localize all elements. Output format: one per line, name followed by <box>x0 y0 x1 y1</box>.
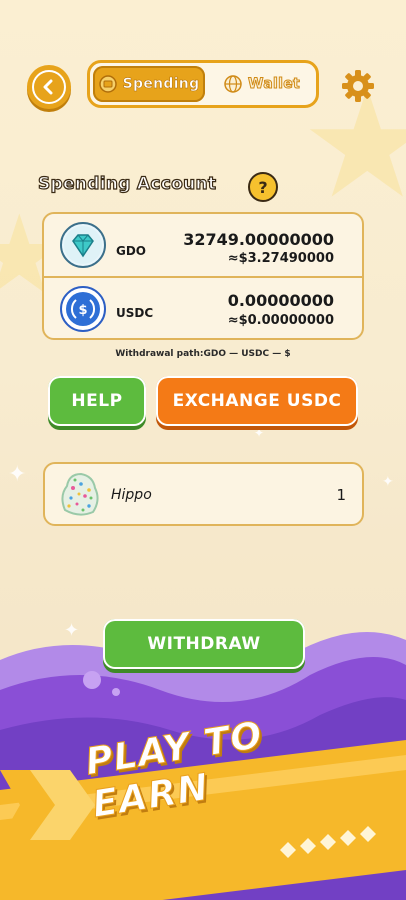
item-card-hippo[interactable]: Hippo 1 <box>43 462 364 526</box>
diamond-icon <box>60 222 106 268</box>
spending-coin-icon <box>98 75 117 93</box>
tab-label: Spending <box>122 76 200 93</box>
exchange-usdc-button[interactable]: EXCHANGE USDC <box>156 376 358 426</box>
sparkle-icon: ✦ <box>254 426 265 440</box>
currency-name: USDC <box>116 306 154 320</box>
globe-icon <box>224 75 242 93</box>
balance-card: GDO 32749.00000000 ≈$3.27490000 $ USDC 0… <box>42 212 364 340</box>
currency-usd-value: ≈$3.27490000 <box>227 251 334 266</box>
tab-label: Wallet <box>248 76 301 93</box>
settings-gear-icon[interactable] <box>340 68 376 104</box>
sparkle-icon: ✦ <box>8 462 27 487</box>
back-arrow-icon <box>32 70 66 104</box>
balance-row-usdc: $ USDC 0.00000000 ≈$0.00000000 <box>44 278 362 340</box>
back-button[interactable] <box>27 65 71 109</box>
tab-wallet[interactable]: Wallet <box>210 66 314 102</box>
help-button[interactable]: HELP <box>48 376 146 426</box>
account-tabs: Spending Wallet <box>87 60 319 108</box>
app-screen: ★ ★ ✦ ✦ ✦ ✦ Spending Wallet Spending Acc… <box>0 0 406 900</box>
usdc-coin-icon: $ <box>60 286 106 332</box>
svg-text:$: $ <box>78 303 87 318</box>
tab-spending[interactable]: Spending <box>93 66 205 102</box>
help-question-icon[interactable]: ? <box>248 172 278 202</box>
withdrawal-path-note: Withdrawal path:GDO — USDC — $ <box>115 349 291 359</box>
item-name: Hippo <box>111 487 152 503</box>
balance-row-gdo: GDO 32749.00000000 ≈$3.27490000 <box>44 214 362 276</box>
currency-usd-value: ≈$0.00000000 <box>227 313 334 328</box>
item-count: 1 <box>336 486 346 504</box>
currency-amount: 32749.00000000 <box>183 230 334 249</box>
page-title: Spending Account <box>37 173 217 194</box>
currency-amount: 0.00000000 <box>227 291 334 310</box>
hippo-icon <box>61 472 99 516</box>
sparkle-icon: ✦ <box>382 474 394 490</box>
currency-name: GDO <box>116 244 147 258</box>
withdraw-button[interactable]: WITHDRAW <box>103 619 305 669</box>
